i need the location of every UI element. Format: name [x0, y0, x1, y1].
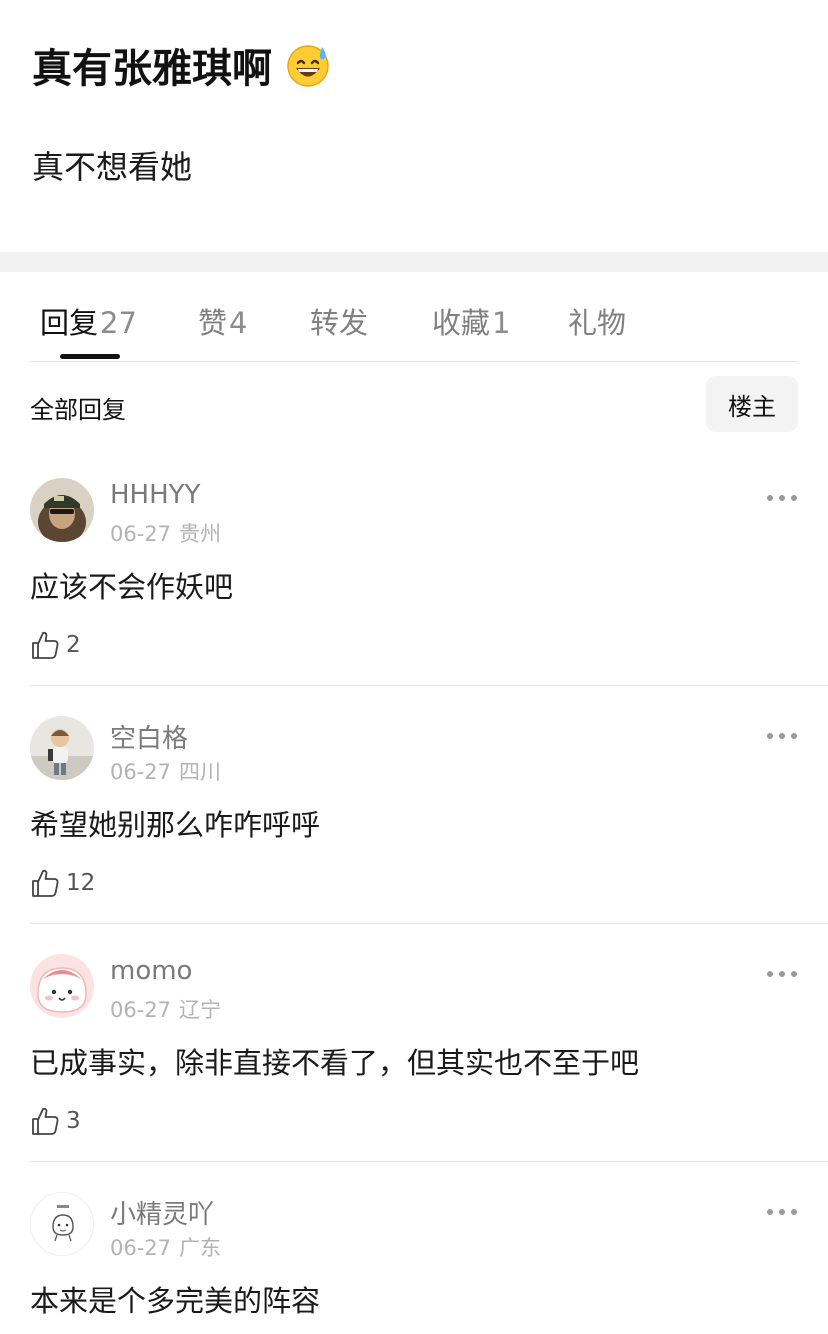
- comment-username[interactable]: 小精灵吖: [110, 1194, 214, 1231]
- comment-meta: 06-27 四川: [110, 756, 221, 786]
- grinning-sweat-emoji-icon: [287, 45, 329, 87]
- more-options-icon[interactable]: [766, 728, 798, 744]
- comment-text: 本来是个多完美的阵容: [30, 1284, 321, 1318]
- like-button[interactable]: 3: [30, 1104, 81, 1138]
- post-body: 真不想看她: [32, 148, 193, 186]
- thumbs-up-icon: [32, 1107, 59, 1135]
- comment-meta: 06-27 贵州: [110, 518, 221, 548]
- post-header: 真有张雅琪啊 真不想看她: [0, 0, 828, 252]
- tab-favorites-label: 收藏: [432, 306, 491, 340]
- tab-replies-count: 27: [100, 306, 137, 340]
- comment-username[interactable]: 空白格: [110, 718, 188, 755]
- tab-reposts[interactable]: 转发: [310, 300, 368, 342]
- like-count: 2: [66, 632, 81, 658]
- tab-bar: 回复27 赞4 转发 收藏1 礼物: [30, 272, 798, 362]
- comment-date: 06-27: [110, 760, 172, 784]
- more-options-icon[interactable]: [766, 490, 798, 506]
- more-options-icon[interactable]: [766, 1204, 798, 1220]
- post-title-text: 真有张雅琪啊: [32, 46, 272, 92]
- reply-filter-row: 全部回复 楼主: [30, 376, 798, 434]
- tab-gifts[interactable]: 礼物: [568, 300, 626, 342]
- comment-date: 06-27: [110, 522, 172, 546]
- tab-reposts-label: 转发: [310, 306, 369, 340]
- tab-replies-label: 回复: [40, 306, 99, 340]
- active-tab-indicator: [60, 354, 120, 359]
- comment-username[interactable]: momo: [110, 956, 192, 986]
- comment-text: 应该不会作妖吧: [30, 570, 234, 604]
- avatar[interactable]: [30, 1192, 94, 1256]
- comment-item: momo 06-27 辽宁 已成事实，除非直接不看了，但其实也不至于吧 3: [30, 924, 828, 1162]
- comment-location: 贵州: [179, 522, 222, 546]
- tab-favorites[interactable]: 收藏1: [432, 300, 510, 342]
- comment-username[interactable]: HHHYY: [110, 480, 200, 510]
- avatar-photo-hat-icon: [30, 478, 94, 542]
- avatar-doodle-icon: [31, 1193, 93, 1255]
- tab-likes[interactable]: 赞4: [198, 300, 247, 342]
- comment-meta: 06-27 辽宁: [110, 994, 221, 1024]
- comment-item: 小精灵吖 06-27 广东 本来是个多完美的阵容: [30, 1162, 828, 1334]
- thumbs-up-icon: [32, 631, 59, 659]
- like-button[interactable]: 2: [30, 628, 81, 662]
- tab-replies[interactable]: 回复27: [40, 300, 137, 342]
- thumbs-up-icon: [32, 869, 59, 897]
- avatar[interactable]: [30, 954, 94, 1018]
- comment-item: 空白格 06-27 四川 希望她别那么咋咋呼呼 12: [30, 686, 828, 924]
- more-options-icon[interactable]: [766, 966, 798, 982]
- comment-location: 广东: [179, 1236, 222, 1260]
- comment-text: 已成事实，除非直接不看了，但其实也不至于吧: [30, 1046, 640, 1080]
- tab-likes-label: 赞: [198, 306, 228, 340]
- like-button[interactable]: 12: [30, 866, 95, 900]
- comment-location: 四川: [179, 760, 222, 784]
- tab-favorites-count: 1: [492, 306, 511, 340]
- tab-likes-count: 4: [229, 306, 248, 340]
- comment-meta: 06-27 广东: [110, 1232, 221, 1262]
- avatar-pink-cartoon-icon: [30, 954, 94, 1018]
- comment-text: 希望她别那么咋咋呼呼: [30, 808, 321, 842]
- comment-date: 06-27: [110, 1236, 172, 1260]
- comment-item: HHHYY 06-27 贵州 应该不会作妖吧 2: [30, 448, 828, 686]
- like-count: 3: [66, 1108, 81, 1134]
- avatar[interactable]: [30, 716, 94, 780]
- all-replies-label: 全部回复: [30, 396, 126, 424]
- comment-location: 辽宁: [179, 998, 222, 1022]
- avatar[interactable]: [30, 478, 94, 542]
- op-only-button[interactable]: 楼主: [706, 376, 798, 432]
- post-title: 真有张雅琪啊: [32, 36, 330, 94]
- avatar-photo-child-icon: [30, 716, 94, 780]
- tab-gifts-label: 礼物: [568, 306, 627, 340]
- comment-date: 06-27: [110, 998, 172, 1022]
- like-count: 12: [66, 870, 96, 896]
- section-divider: [0, 252, 828, 272]
